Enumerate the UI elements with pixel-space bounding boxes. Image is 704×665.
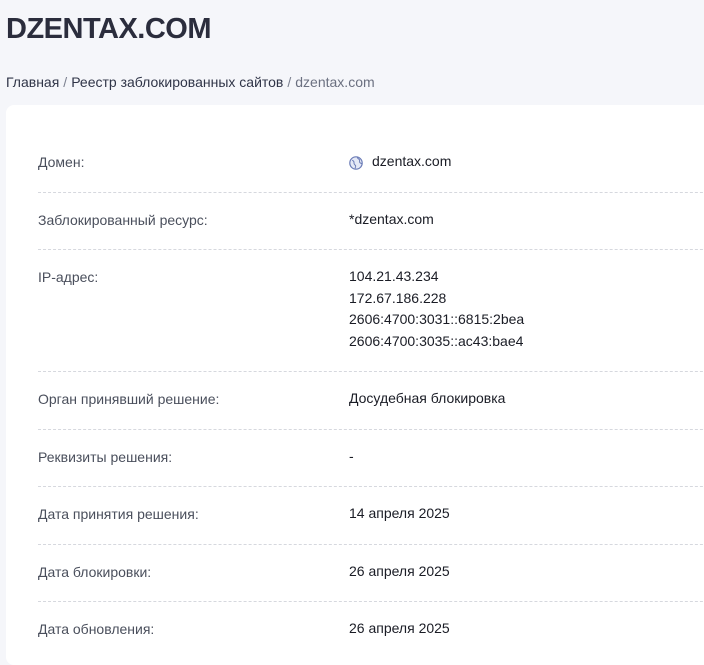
- breadcrumb: Главная / Реестр заблокированных сайтов / dz…: [6, 73, 375, 91]
- detail-row-update-date: Дата обновления: 26 апреля 2025: [38, 602, 704, 659]
- detail-value: 26 апреля 2025: [349, 620, 450, 636]
- detail-row-ip: IP-адрес: 104.21.43.234 172.67.186.228 2…: [38, 250, 704, 372]
- detail-value: dzentax.com: [349, 151, 451, 173]
- detail-row-blocked-resource: Заблокированный ресурс: *dzentax.com: [38, 193, 704, 250]
- breadcrumb-registry-link[interactable]: Реестр заблокированных сайтов: [71, 74, 283, 90]
- detail-label: Дата принятия решения:: [38, 506, 199, 522]
- detail-row-block-date: Дата блокировки: 26 апреля 2025: [38, 545, 704, 602]
- detail-row-requisites: Реквизиты решения: -: [38, 430, 704, 487]
- detail-label: Реквизиты решения:: [38, 448, 173, 465]
- page-title: DZENTAX.COM: [6, 13, 212, 45]
- detail-label: Дата блокировки:: [38, 563, 152, 580]
- breadcrumb-current: dzentax.com: [295, 74, 375, 90]
- detail-row-domain: Домен: dzentax.com: [38, 135, 704, 193]
- detail-label: IP-адрес:: [38, 269, 99, 285]
- detail-label: Заблокированный ресурс:: [38, 211, 208, 228]
- detail-row-authority: Орган принявший решение: Досудебная блок…: [38, 372, 704, 430]
- detail-value: 26 апреля 2025: [349, 562, 450, 579]
- detail-value: 14 апреля 2025: [349, 505, 450, 521]
- detail-label: Дата обновления:: [38, 621, 155, 637]
- detail-label: Орган принявший решение:: [38, 391, 220, 407]
- globe-icon: [349, 155, 363, 170]
- details-card: Домен: dzentax.com Заблокированный ресур…: [6, 105, 704, 665]
- breadcrumb-home-link[interactable]: Главная: [6, 74, 59, 90]
- details-list: Домен: dzentax.com Заблокированный ресур…: [38, 135, 704, 659]
- detail-value: *dzentax.com: [349, 210, 434, 227]
- detail-value: Досудебная блокировка: [349, 390, 506, 406]
- ip-address: 2606:4700:3035::ac43:bae4: [349, 332, 524, 349]
- detail-value: 104.21.43.234 172.67.186.228 2606:4700:3…: [349, 266, 524, 352]
- ip-address: 172.67.186.228: [349, 289, 447, 306]
- detail-value: -: [349, 447, 354, 464]
- domain-value-text: dzentax.com: [372, 153, 452, 169]
- breadcrumb-separator: /: [287, 74, 292, 90]
- ip-address: 2606:4700:3031::6815:2bea: [349, 311, 525, 327]
- detail-label: Домен:: [38, 154, 85, 170]
- breadcrumb-separator: /: [63, 74, 68, 90]
- detail-row-decision-date: Дата принятия решения: 14 апреля 2025: [38, 487, 704, 545]
- ip-address: 104.21.43.234: [349, 268, 439, 284]
